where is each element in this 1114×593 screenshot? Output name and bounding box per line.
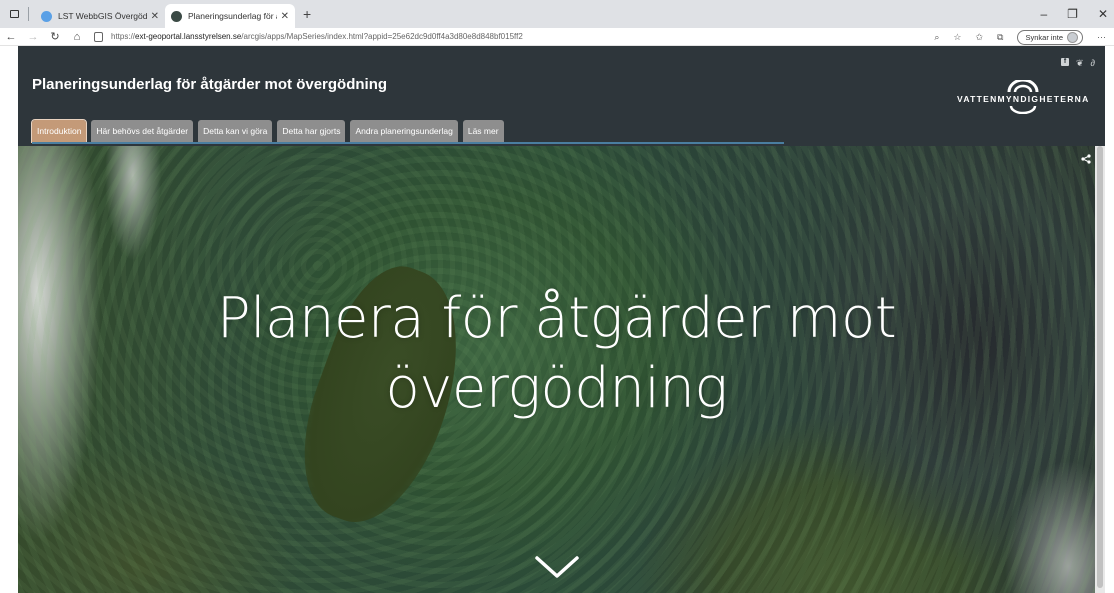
page-scrollbar[interactable] [1095, 146, 1105, 593]
minimize-button[interactable]: – [1040, 7, 1047, 21]
app-header: Planeringsunderlag för åtgärder mot över… [18, 46, 1105, 146]
globe-favicon-icon [41, 10, 52, 22]
zoom-icon[interactable]: ⌕ [934, 32, 939, 43]
back-icon[interactable]: ← [0, 31, 22, 43]
vattenmyndigheterna-logo[interactable]: VATTENMYNDIGHETERNA [957, 80, 1089, 116]
close-window-button[interactable]: ✕ [1098, 7, 1108, 21]
hero-title-line-1: Planera för åtgärder mot [216, 286, 897, 351]
tab-introduktion[interactable]: Introduktion [30, 119, 88, 143]
social-links: f ❦ ∂ [1061, 58, 1095, 69]
browser-tab-strip: LST WebbGIS Övergödningskarta ✕ Planerin… [0, 0, 1114, 28]
url-host: ext-geoportal.lansstyrelsen.se [135, 32, 242, 41]
favorite-star-icon[interactable]: ☆ [953, 32, 961, 43]
window-controls: – ❐ ✕ [1040, 0, 1108, 28]
tab-title: Planeringsunderlag för åtgärder [188, 11, 277, 21]
twitter-icon[interactable]: ❦ [1076, 58, 1084, 69]
hero-satellite-image: Planera för åtgärder mot övergödning [18, 146, 1095, 593]
url-prefix: https:// [111, 32, 136, 41]
chevron-down-icon[interactable] [534, 554, 580, 580]
address-bar-row: ← → ↻ ⌂ https://ext-geoportal.lansstyrel… [0, 28, 1114, 46]
story-tabs: Introduktion Här behövs det åtgärder Det… [30, 119, 504, 143]
tab-detta-har-gjorts[interactable]: Detta har gjorts [277, 120, 346, 142]
forward-icon[interactable]: → [22, 31, 44, 43]
browser-tab-planeringsunderlag[interactable]: Planeringsunderlag för åtgärder ✕ [165, 4, 295, 28]
url-field[interactable]: https://ext-geoportal.lansstyrelsen.se/a… [111, 32, 523, 41]
refresh-icon[interactable]: ↻ [44, 30, 66, 43]
restore-button[interactable]: ❐ [1067, 7, 1078, 21]
link-icon[interactable]: ∂ [1091, 58, 1095, 69]
facebook-icon[interactable]: f [1061, 58, 1069, 66]
favorites-icon[interactable]: ✩ [975, 32, 983, 43]
tab-underline [32, 142, 784, 144]
sync-profile-button[interactable]: Synkar inte [1017, 29, 1083, 45]
share-icon[interactable] [1081, 154, 1091, 164]
page-title: Planeringsunderlag för åtgärder mot över… [32, 76, 388, 93]
address-bar-tools: ⌕ ☆ ✩ ⧉ Synkar inte ··· [934, 28, 1106, 46]
tab-detta-kan-vi-gora[interactable]: Detta kan vi göra [198, 120, 273, 142]
home-icon[interactable]: ⌂ [66, 31, 88, 43]
tab-title: LST WebbGIS Övergödningskarta [58, 11, 147, 21]
url-path: /arcgis/apps/MapSeries/index.html?appid=… [241, 32, 523, 41]
logo-text: VATTENMYNDIGHETERNA [957, 94, 1090, 104]
more-menu-icon[interactable]: ··· [1097, 32, 1106, 42]
tab-andra-planeringsunderlag[interactable]: Andra planeringsunderlag [350, 120, 458, 142]
window-edge [1105, 46, 1114, 593]
hero-title-line-2: övergödning [385, 356, 728, 421]
close-tab-icon[interactable]: ✕ [151, 11, 159, 22]
tab-actions-icon[interactable] [0, 0, 28, 28]
hero-title: Planera för åtgärder mot övergödning [18, 284, 1095, 424]
new-tab-button[interactable]: + [303, 6, 311, 22]
scrollbar-thumb[interactable] [1097, 146, 1103, 588]
browser-tab-lst-webbgis[interactable]: LST WebbGIS Övergödningskarta ✕ [35, 4, 165, 28]
lock-icon[interactable] [94, 31, 103, 42]
tab-har-behovs-det-atgarder[interactable]: Här behövs det åtgärder [91, 120, 194, 142]
divider [28, 7, 29, 21]
avatar [1067, 31, 1078, 43]
site-favicon-icon [171, 10, 182, 22]
sync-label: Synkar inte [1025, 32, 1063, 42]
tab-las-mer[interactable]: Läs mer [462, 120, 504, 142]
close-tab-icon[interactable]: ✕ [281, 11, 289, 22]
collections-icon[interactable]: ⧉ [997, 32, 1003, 43]
